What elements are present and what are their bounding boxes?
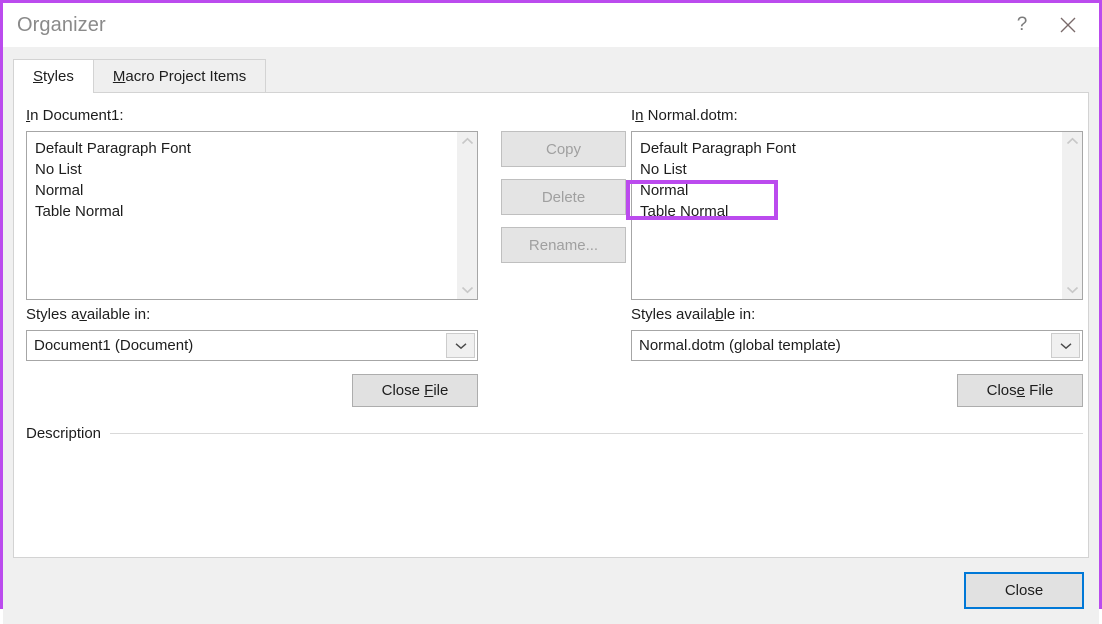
list-item[interactable]: No List [638, 159, 1062, 180]
right-available-label: Styles available in: [631, 306, 756, 323]
left-styles-listbox[interactable]: Default Paragraph Font No List Normal Ta… [26, 131, 478, 300]
right-close-file-label: Close File [986, 382, 1054, 399]
right-available-combo[interactable]: Normal.dotm (global template) [631, 330, 1083, 361]
delete-button[interactable]: Delete [501, 179, 626, 215]
right-available-combo-value: Normal.dotm (global template) [639, 337, 841, 354]
dialog-body: Styles Macro Project Items In Document1:… [3, 47, 1099, 624]
description-label: Description [26, 424, 102, 442]
left-styles-list: Default Paragraph Font No List Normal Ta… [27, 132, 457, 299]
right-close-file-button[interactable]: Close File [957, 374, 1083, 407]
description-group: Description [26, 424, 1083, 524]
help-button[interactable]: ? [999, 3, 1045, 47]
right-styles-listbox[interactable]: Default Paragraph Font No List Normal Ta… [631, 131, 1083, 300]
left-available-combo[interactable]: Document1 (Document) [26, 330, 478, 361]
list-item[interactable]: Normal [638, 180, 1062, 201]
title-bar: Organizer ? [3, 3, 1099, 47]
description-text [26, 442, 1083, 520]
tab-styles[interactable]: Styles [13, 59, 94, 93]
list-item[interactable]: Table Normal [638, 201, 1062, 222]
right-styles-list: Default Paragraph Font No List Normal Ta… [632, 132, 1062, 299]
question-mark-icon: ? [1016, 14, 1028, 35]
scroll-up-button[interactable] [1063, 132, 1082, 151]
right-combo-chevron-down-icon[interactable] [1051, 333, 1080, 358]
left-list-label: In Document1: [26, 107, 124, 124]
chevron-up-icon [1066, 137, 1079, 146]
scroll-down-button[interactable] [1063, 280, 1082, 299]
dialog-footer: Close [3, 558, 1099, 624]
window-title: Organizer [17, 13, 106, 36]
close-dialog-button[interactable]: Close [964, 572, 1084, 609]
description-header: Description [26, 424, 1083, 442]
tab-macro-project-items[interactable]: Macro Project Items [92, 59, 267, 92]
transfer-buttons: Copy Delete Rename... [501, 131, 626, 275]
copy-button[interactable]: Copy [501, 131, 626, 167]
chevron-up-icon [461, 137, 474, 146]
close-dialog-label: Close [1004, 582, 1044, 599]
chevron-down-icon [461, 285, 474, 294]
rename-button-label: Rename... [528, 236, 599, 254]
tab-strip: Styles Macro Project Items [13, 58, 1099, 93]
scroll-down-button[interactable] [458, 280, 477, 299]
list-item[interactable]: Table Normal [33, 201, 457, 222]
left-combo-chevron-down-icon[interactable] [446, 333, 475, 358]
left-close-file-button[interactable]: Close File [352, 374, 478, 407]
scroll-up-button[interactable] [458, 132, 477, 151]
left-list-scrollbar[interactable] [457, 132, 477, 299]
close-x-icon [1058, 15, 1078, 35]
left-available-label: Styles available in: [26, 306, 151, 323]
description-divider [110, 432, 1083, 434]
delete-button-label: Delete [541, 188, 586, 206]
copy-button-label: Copy [545, 140, 582, 158]
organizer-dialog: Organizer ? Styles Macro Project Items I… [0, 0, 1102, 624]
styles-tab-panel: In Document1: Default Paragraph Font No … [13, 92, 1089, 558]
close-window-button[interactable] [1045, 3, 1091, 47]
left-close-file-label: Close File [381, 382, 449, 399]
list-item[interactable]: Normal [33, 180, 457, 201]
chevron-down-icon [1066, 285, 1079, 294]
list-item[interactable]: Default Paragraph Font [638, 138, 1062, 159]
right-list-scrollbar[interactable] [1062, 132, 1082, 299]
left-available-combo-value: Document1 (Document) [34, 337, 194, 354]
list-item[interactable]: No List [33, 159, 457, 180]
tab-styles-label: Styles [33, 68, 74, 85]
tab-macro-project-items-label: Macro Project Items [112, 67, 247, 85]
list-item[interactable]: Default Paragraph Font [33, 138, 457, 159]
rename-button[interactable]: Rename... [501, 227, 626, 263]
right-list-label: In Normal.dotm: [631, 107, 738, 124]
